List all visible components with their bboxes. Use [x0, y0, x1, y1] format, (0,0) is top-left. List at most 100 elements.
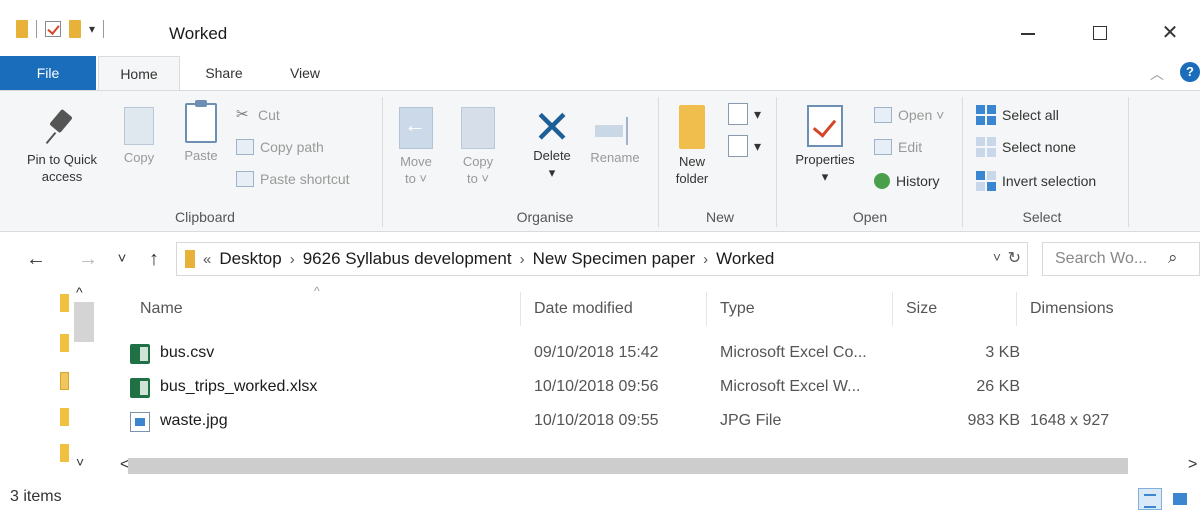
nav-folder-icon[interactable] [60, 294, 69, 312]
history-icon [874, 173, 890, 189]
title-bar: ▾ Worked ✕ [0, 0, 1200, 56]
breadcrumb-separator[interactable]: › [290, 251, 295, 268]
move-to-label-line2: to ˅ [404, 171, 428, 186]
back-button[interactable]: ← [24, 245, 48, 273]
cut-button[interactable]: ✂ Cut [236, 107, 280, 124]
nav-scrollbar-thumb[interactable] [74, 302, 94, 342]
new-item-button[interactable]: ▾ [728, 103, 761, 125]
large-icons-view-icon[interactable] [1168, 488, 1192, 510]
file-row[interactable]: waste.jpg 10/10/2018 09:55 JPG File 983 … [120, 406, 1200, 438]
toolbar-separator [36, 20, 37, 38]
help-icon[interactable]: ? [1180, 62, 1200, 82]
new-item-dropdown-icon: ▾ [754, 105, 762, 122]
select-none-button[interactable]: Select none [976, 137, 1076, 157]
maximize-button[interactable] [1080, 18, 1120, 40]
scroll-right-icon[interactable]: > [1188, 456, 1197, 474]
open-icon [874, 107, 892, 123]
breadcrumb-syllabus-development[interactable]: 9626 Syllabus development [303, 249, 512, 269]
item-count: 3 items [10, 488, 62, 505]
minimize-button[interactable] [1008, 18, 1048, 35]
column-header-date-modified[interactable]: Date modified [534, 300, 633, 318]
easy-access-button[interactable]: ▾ [728, 135, 761, 157]
tab-home[interactable]: Home [98, 56, 180, 90]
horizontal-scrollbar[interactable]: < > [112, 456, 1200, 476]
recent-locations-button[interactable]: ˅ [110, 245, 134, 273]
column-header-dimensions[interactable]: Dimensions [1030, 300, 1114, 318]
file-date-modified: 10/10/2018 09:55 [534, 412, 659, 429]
column-header-size[interactable]: Size [906, 300, 937, 318]
nav-folder-icon[interactable] [60, 334, 69, 352]
nav-folder-icon[interactable] [60, 444, 69, 462]
tab-file[interactable]: File [0, 56, 96, 90]
file-type: Microsoft Excel Co... [720, 344, 867, 361]
nav-folder-icon[interactable] [60, 408, 69, 426]
address-dropdown-icon[interactable]: ˅ [993, 249, 1001, 265]
close-button[interactable]: ✕ [1150, 18, 1190, 48]
open-button[interactable]: Open ˅ [874, 107, 944, 123]
group-separator [1128, 97, 1129, 227]
breadcrumb-separator[interactable]: › [703, 251, 708, 268]
new-folder-button[interactable]: New folder [664, 105, 720, 187]
search-icon[interactable]: ⌕ [1168, 248, 1178, 268]
group-label-organise: Organise [516, 209, 574, 225]
column-divider[interactable] [520, 292, 521, 326]
new-folder-quick-icon[interactable] [69, 20, 81, 38]
delete-dropdown-icon[interactable]: ▾ [549, 165, 556, 180]
file-type: JPG File [720, 412, 782, 429]
column-divider[interactable] [706, 292, 707, 326]
file-date-modified: 10/10/2018 09:56 [534, 378, 659, 395]
properties-quick-icon[interactable] [45, 21, 61, 37]
easy-access-icon [728, 135, 748, 157]
address-bar[interactable]: « Desktop › 9626 Syllabus development › … [176, 242, 1028, 276]
properties-dropdown-icon[interactable]: ▾ [822, 169, 829, 184]
customize-toolbar-button[interactable]: ▾ [89, 23, 95, 35]
window-title: Worked [169, 24, 228, 43]
select-all-button[interactable]: Select all [976, 105, 1059, 125]
breadcrumb-separator[interactable]: › [520, 251, 525, 268]
invert-selection-button[interactable]: Invert selection [976, 171, 1096, 191]
file-date-modified: 09/10/2018 15:42 [534, 344, 659, 361]
scroll-up-icon[interactable]: ^ [76, 284, 83, 300]
select-all-label: Select all [1002, 107, 1059, 123]
tab-view[interactable]: View [270, 56, 340, 90]
breadcrumb-new-specimen-paper[interactable]: New Specimen paper [533, 249, 696, 269]
history-button[interactable]: History [874, 173, 940, 189]
file-row[interactable]: bus_trips_worked.xlsx 10/10/2018 09:56 M… [120, 372, 1200, 404]
copy-path-button[interactable]: Copy path [236, 139, 324, 155]
delete-button[interactable]: ✕ Delete ▾ [524, 104, 580, 181]
scrollbar-thumb[interactable] [128, 458, 1128, 474]
paste-shortcut-button[interactable]: Paste shortcut [236, 171, 350, 187]
properties-button[interactable]: Properties ▾ [784, 105, 866, 185]
up-button[interactable]: ↑ [142, 245, 166, 273]
forward-button[interactable]: → [76, 245, 100, 273]
file-row[interactable]: bus.csv 09/10/2018 15:42 Microsoft Excel… [120, 338, 1200, 370]
scroll-down-icon[interactable]: ˅ [76, 454, 84, 470]
collapse-ribbon-icon[interactable]: ︿ [1150, 64, 1164, 84]
refresh-icon[interactable]: ↻ [1008, 248, 1021, 268]
sort-indicator-icon: ^ [314, 284, 320, 298]
copy-to-button[interactable]: Copy to ˅ [454, 107, 502, 187]
breadcrumb-overflow[interactable]: « [203, 251, 211, 268]
navigation-bar: ← → ˅ ↑ « Desktop › 9626 Syllabus develo… [0, 236, 1200, 282]
paste-button[interactable]: Paste [176, 100, 226, 164]
copy-path-icon [236, 139, 254, 155]
column-divider[interactable] [892, 292, 893, 326]
breadcrumb-desktop[interactable]: Desktop [219, 249, 281, 269]
column-divider[interactable] [1016, 292, 1017, 326]
edit-button[interactable]: Edit [874, 139, 922, 155]
rename-button[interactable]: Rename [584, 115, 646, 166]
column-header-type[interactable]: Type [720, 300, 755, 318]
edit-icon [874, 139, 892, 155]
move-to-button[interactable]: Move to ˅ [392, 107, 440, 187]
nav-drive-icon[interactable] [60, 372, 69, 390]
tab-share[interactable]: Share [186, 56, 262, 90]
jpg-image-icon [130, 412, 150, 432]
copy-button[interactable]: Copy [114, 107, 164, 166]
invert-selection-label: Invert selection [1002, 173, 1097, 189]
pin-to-quick-access-button[interactable]: Pin to Quick access [14, 107, 110, 185]
column-header-name[interactable]: Name [140, 300, 183, 318]
breadcrumb-worked[interactable]: Worked [716, 249, 774, 269]
open-label: Open ˅ [898, 107, 945, 123]
file-size: 26 KB [976, 378, 1020, 395]
details-view-icon[interactable] [1138, 488, 1162, 510]
